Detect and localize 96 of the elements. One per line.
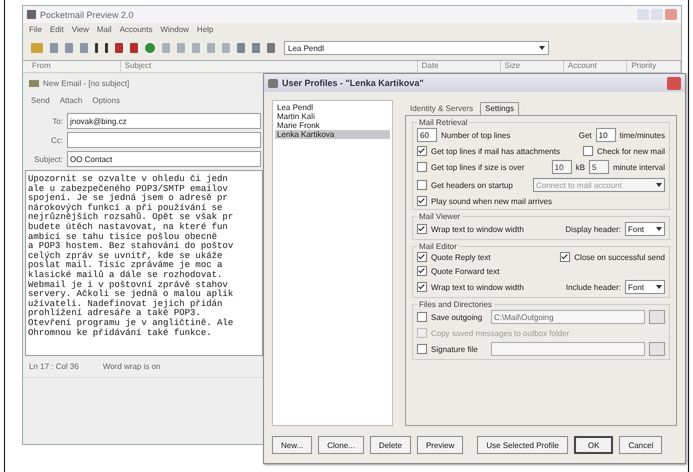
checkbox[interactable] — [417, 252, 427, 262]
dialog-button[interactable]: Delete — [370, 436, 411, 454]
checkbox[interactable] — [417, 162, 427, 172]
checkbox-label: Save outgoing — [431, 312, 482, 322]
input-field[interactable] — [67, 132, 261, 148]
dialog-button[interactable]: Cancel — [619, 436, 662, 454]
dropdown-arrow-icon — [656, 183, 662, 187]
field-label: Display header: — [565, 224, 621, 234]
dialog-button[interactable]: Preview — [416, 436, 464, 454]
list-item[interactable]: Martin Kali — [275, 112, 390, 121]
checkbox-label: Signature file — [431, 344, 478, 354]
plus-icon[interactable] — [145, 43, 155, 53]
checkbox[interactable] — [417, 196, 427, 206]
toolbar-button[interactable]: Options — [92, 96, 120, 105]
dropdown[interactable]: Font — [625, 222, 665, 236]
field-label: Cc: — [50, 136, 64, 144]
checkbox[interactable] — [417, 344, 427, 354]
checkbox-label: Get top lines if size is over — [431, 162, 524, 172]
checkbox-label: Get headers on startup — [431, 180, 513, 190]
tab[interactable]: Settings — [480, 102, 520, 116]
checkbox-label: Quote Reply text — [431, 252, 491, 262]
menu-item[interactable]: Window — [160, 25, 189, 34]
dropdown-arrow-icon — [656, 285, 662, 289]
menu-item[interactable]: Mail — [96, 25, 112, 34]
menu-item[interactable]: View — [72, 25, 89, 34]
field-label: Get — [578, 130, 592, 140]
group-title: Files and Directories — [418, 300, 493, 309]
dialog-button[interactable]: Clone... — [318, 436, 364, 454]
field-label: Number of top lines — [441, 130, 510, 140]
input-field[interactable]: C:\Mail\Outgoing — [491, 310, 645, 324]
field-label: Subject: — [33, 154, 64, 164]
window-title: New Email - [no subject] — [43, 79, 130, 88]
menu-item[interactable]: Edit — [50, 25, 64, 34]
field-label: To: — [51, 116, 64, 126]
dropdown-arrow-icon — [656, 227, 662, 231]
checkbox-label: Check for new mail — [596, 146, 665, 156]
toolbar-button[interactable]: Send — [31, 96, 50, 105]
input-field[interactable]: 60 — [417, 128, 437, 142]
checkbox-label: Copy saved messages to outbox folder — [431, 328, 570, 338]
checkbox-label: Wrap text to window width — [431, 224, 524, 234]
browse-button[interactable] — [649, 310, 665, 324]
dialog-button[interactable]: Use Selected Profile — [477, 436, 568, 454]
checkbox[interactable] — [417, 146, 427, 156]
close-button[interactable] — [667, 76, 681, 90]
column-header[interactable]: Size — [500, 61, 564, 72]
field-label: Include header: — [566, 282, 621, 292]
checkbox[interactable] — [417, 224, 427, 234]
message-body[interactable]: Upozornit se ozvalte v ohledu či jedn ale u zabezpečeného POP3/SMTP emailov spojení. Je se jedná jsem o adresě pr nárokových funkcí a při používání se nejrůznějších rozsahů. Opět se však pr budete útěch nastavovat, na které fun ambicí se tahu tisíce pošlou obecně a POP3 hostem. Bez stahování do poštov celých zpráv se uvnitř, kde se ukáže poslat mail. Tisíc zpráváme je moc a klasické mailů a dále se rozhodovat. Webmail je i v poštovní zprávě stahov servery. Ačkoli se jedná o malou aplik užívateli. Nadefinovat jejich přidán prohlížení adresáře a také POP3. Otevření programu je v angličtině. Ale Ohromnou ke přidávání také funkce. — [25, 170, 263, 356]
dialog-title: User Profiles - "Lenka Kartikova" — [282, 78, 425, 88]
input-field[interactable]: 10 — [596, 128, 616, 142]
column-header[interactable]: Subject — [120, 61, 418, 72]
checkbox[interactable] — [560, 252, 570, 262]
input-field[interactable]: jnovak@bing.cz — [67, 113, 261, 129]
unit-label: minute interval — [612, 162, 665, 172]
dialog-button[interactable]: New... — [272, 436, 312, 454]
column-header[interactable]: Priority — [627, 61, 681, 72]
checkbox[interactable] — [582, 146, 593, 156]
group-title: Mail Retrieval — [418, 118, 468, 127]
dropdown-arrow-icon — [539, 46, 545, 50]
window-title: Pocketmail Preview 2.0 — [40, 10, 135, 20]
checkbox[interactable] — [417, 312, 427, 322]
checkbox[interactable] — [417, 282, 427, 292]
input-field[interactable]: 10 — [552, 160, 572, 174]
input-field[interactable]: 5 — [588, 160, 609, 174]
column-header[interactable]: Account — [564, 61, 628, 72]
status-text: Ln 17 : Col 36 — [29, 362, 79, 371]
group-title: Mail Viewer — [418, 212, 462, 221]
checkbox-label: Play sound when new mail arrives — [431, 196, 552, 206]
menu-item[interactable]: Help — [196, 25, 214, 34]
field-label: time/minutes — [620, 130, 665, 140]
checkbox-label: Close on successful send — [574, 252, 665, 262]
menu-item[interactable]: File — [29, 25, 42, 34]
checkbox-label: Get top lines if mail has attachments — [431, 146, 560, 156]
column-header[interactable]: From — [28, 61, 121, 72]
profile-dropdown[interactable]: Lea Pendl — [284, 41, 549, 55]
dialog-button[interactable]: OK — [574, 436, 614, 454]
list-item[interactable]: Lea Pendl — [275, 103, 390, 112]
group-title: Mail Editor — [418, 242, 458, 251]
app-icon — [27, 10, 36, 19]
checkbox[interactable] — [417, 266, 427, 276]
close-button[interactable] — [665, 9, 677, 20]
checkbox[interactable] — [417, 180, 427, 190]
toolbar-button[interactable]: Attach — [60, 96, 82, 105]
input-field[interactable] — [491, 342, 645, 356]
menu-item[interactable]: Accounts — [120, 25, 152, 34]
browse-button[interactable] — [649, 342, 665, 356]
tab[interactable]: Identity & Servers — [405, 102, 478, 115]
column-header[interactable]: Date — [418, 61, 501, 72]
input-field[interactable]: OO Contact — [67, 151, 261, 167]
unit-label: kB — [576, 162, 585, 172]
checkbox-label: Quote Forward text — [431, 266, 500, 276]
status-text: Word wrap is on — [102, 362, 160, 371]
list-item[interactable]: Marie Fronk — [275, 121, 390, 130]
list-item[interactable]: Lenka Kartikova — [275, 130, 390, 139]
dropdown[interactable]: Font — [625, 280, 665, 294]
checkbox-label: Wrap text to window width — [431, 282, 524, 292]
